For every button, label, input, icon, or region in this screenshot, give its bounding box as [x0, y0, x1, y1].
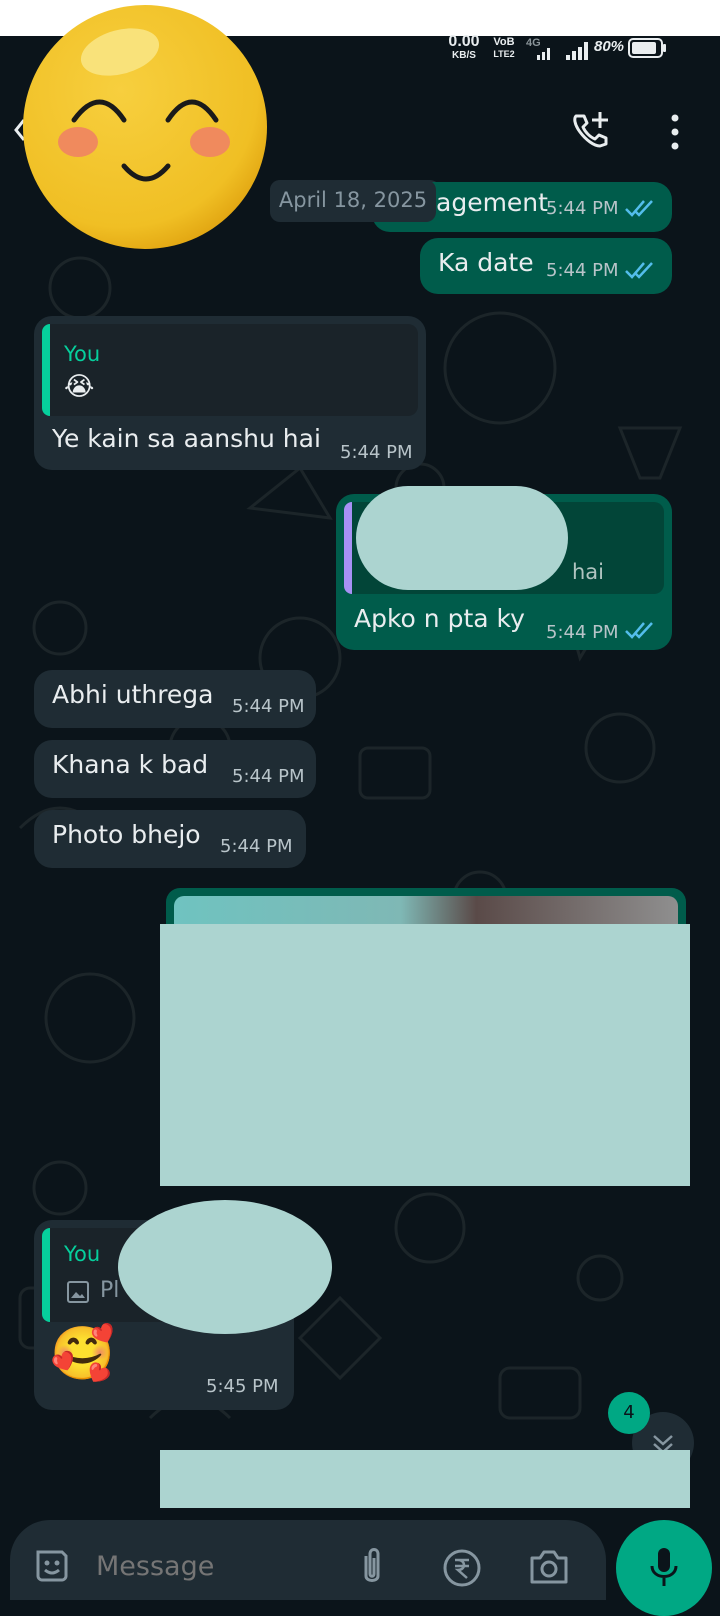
- speed-unit: KB/S: [452, 50, 476, 61]
- redacted-region: [356, 486, 568, 590]
- quote-text: Pl: [100, 1278, 120, 1303]
- incoming-message[interactable]: Abhi uthrega 5:44 PM: [34, 670, 316, 728]
- message-input-container[interactable]: [10, 1520, 606, 1600]
- camera-icon[interactable]: [528, 1548, 570, 1586]
- battery-percent: 80%: [594, 38, 625, 55]
- unread-count: 4: [623, 1402, 635, 1423]
- read-ticks-icon: [625, 200, 653, 217]
- message-input[interactable]: [94, 1542, 328, 1590]
- signal-2-icon: [566, 42, 588, 60]
- message-text: Ye kain sa aanshu hai: [52, 424, 321, 453]
- speed-value: 0.00: [448, 33, 480, 50]
- add-call-icon: [573, 112, 608, 148]
- message-time: 5:44 PM: [232, 696, 305, 717]
- quote-text: hai: [572, 560, 605, 584]
- volte-indicator: VoB LTE2: [490, 36, 518, 59]
- add-call-button[interactable]: [568, 108, 614, 154]
- composer-bar: [0, 1520, 720, 1616]
- message-text: Ka date: [438, 248, 534, 277]
- quote-emoji: 😭: [64, 372, 95, 402]
- incoming-message[interactable]: You 😭 Ye kain sa aanshu hai 5:44 PM: [34, 316, 426, 470]
- redacted-region: [160, 1450, 690, 1508]
- quoted-message[interactable]: You 😭: [42, 324, 418, 416]
- photo-icon: [67, 1281, 89, 1303]
- paperclip-icon[interactable]: [356, 1544, 388, 1588]
- quote-bar: [42, 1228, 50, 1322]
- message-text: Khana k bad: [52, 750, 209, 779]
- message-time: 5:45 PM: [206, 1376, 279, 1397]
- message-text: Apko n pta ky: [354, 604, 525, 633]
- menu-button[interactable]: [660, 112, 690, 152]
- quote-author: You: [64, 342, 101, 366]
- redacted-region: [160, 924, 690, 1186]
- unread-count-badge: 4: [608, 1392, 650, 1434]
- message-time: 5:44 PM: [546, 260, 619, 281]
- message-time: 5:44 PM: [340, 442, 413, 463]
- message-text: agement: [436, 188, 548, 217]
- date-chip-overlay: April 18, 2025: [270, 180, 436, 222]
- sticker-icon[interactable]: [32, 1546, 72, 1586]
- more-vert-icon: [671, 114, 679, 150]
- read-ticks-icon: [625, 262, 653, 279]
- incoming-message[interactable]: Photo bhejo 5:44 PM: [34, 810, 306, 868]
- read-ticks-icon: [625, 622, 653, 639]
- message-text: Abhi uthrega: [52, 680, 214, 709]
- signal-1-icon: [537, 48, 550, 60]
- date-label: April 18, 2025: [278, 188, 428, 212]
- incoming-message[interactable]: Khana k bad 5:44 PM: [34, 740, 316, 798]
- volte-sub: LTE2: [493, 49, 515, 59]
- network-speed: 0.00 KB/S: [446, 33, 482, 62]
- quote-bar: [344, 502, 352, 594]
- quote-author: You: [64, 1242, 101, 1266]
- battery-icon: [628, 38, 666, 58]
- mic-icon: [650, 1548, 678, 1586]
- redacted-region: [118, 1200, 332, 1334]
- mic-button[interactable]: [616, 1520, 712, 1616]
- quote-bar: [42, 324, 50, 416]
- message-time: 5:44 PM: [546, 198, 619, 219]
- message-time: 5:44 PM: [232, 766, 305, 787]
- smiling-face-sticker: [23, 5, 267, 249]
- message-time: 5:44 PM: [546, 622, 619, 643]
- outgoing-message[interactable]: Ka date 5:44 PM: [420, 238, 672, 294]
- rupee-icon[interactable]: [442, 1548, 482, 1588]
- message-text: Photo bhejo: [52, 820, 201, 849]
- message-emoji: 🥰: [50, 1324, 115, 1384]
- volte-label: VoB: [493, 36, 515, 48]
- message-time: 5:44 PM: [220, 836, 293, 857]
